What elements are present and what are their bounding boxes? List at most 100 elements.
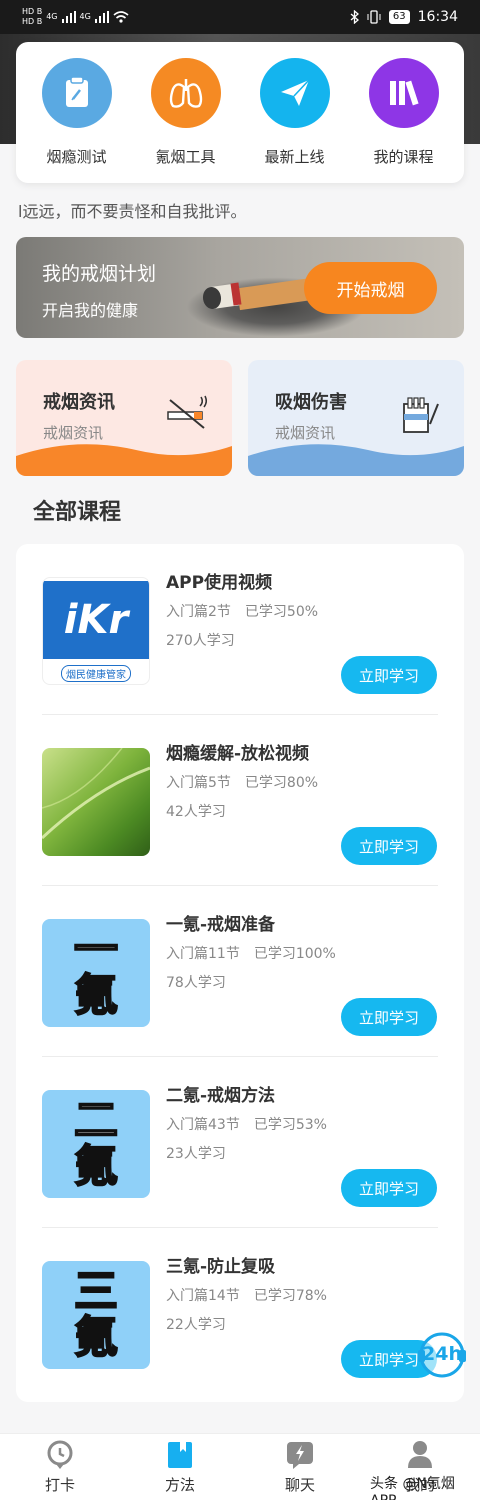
course-meta: 入门篇2节 已学习50% bbox=[166, 601, 318, 621]
quick-label: 最新上线 bbox=[264, 148, 325, 166]
quick-label: 氪烟工具 bbox=[155, 148, 216, 166]
study-now-button[interactable]: 立即学习 bbox=[341, 998, 437, 1036]
thumb-char-1: 二 bbox=[73, 1095, 119, 1146]
quick-item-tools[interactable]: 氪烟工具 bbox=[136, 58, 236, 183]
course-learners: 78人学习 bbox=[166, 975, 226, 991]
course-meta: 入门篇11节 已学习100% bbox=[166, 943, 336, 963]
lungs-icon bbox=[150, 58, 221, 128]
course-item[interactable]: iKr 烟民健康管家 APP使用视频 入门篇2节 已学习50% 270人学习 立即… bbox=[16, 544, 464, 715]
course-title: 二氪-戒烟方法 bbox=[166, 1086, 276, 1106]
info-card-news[interactable]: 戒烟资讯 戒烟资讯 bbox=[16, 360, 232, 476]
tab-chat[interactable]: 聊天 bbox=[240, 1434, 360, 1500]
course-thumbnail: 二 氪 bbox=[42, 1090, 150, 1198]
course-thumbnail: 三 氪 bbox=[42, 1261, 150, 1369]
course-meta: 入门篇5节 已学习80% bbox=[166, 772, 318, 792]
course-lessons: 入门篇2节 bbox=[166, 604, 231, 620]
quick-item-new-online[interactable]: 最新上线 bbox=[245, 58, 345, 183]
course-item[interactable]: 一 氪 一氪-戒烟准备 入门篇11节 已学习100% 78人学习 立即学习 bbox=[16, 886, 464, 1057]
course-learners: 270人学习 bbox=[166, 633, 235, 649]
course-thumbnail: iKr 烟民健康管家 bbox=[42, 577, 150, 685]
no-smoking-icon bbox=[167, 395, 208, 429]
thumb-char-2: 氪 bbox=[73, 1312, 119, 1363]
books-icon bbox=[368, 58, 439, 128]
quick-item-my-courses[interactable]: 我的课程 bbox=[354, 58, 454, 183]
tab-label: 聊天 bbox=[284, 1476, 315, 1494]
course-progress: 已学习80% bbox=[244, 775, 319, 791]
paper-plane-icon bbox=[259, 58, 330, 128]
course-lessons: 入门篇43节 bbox=[166, 1117, 240, 1133]
thumb-char-1: 三 bbox=[73, 1266, 119, 1317]
plan-subtitle: 开启我的健康 bbox=[42, 301, 139, 320]
study-now-button[interactable]: 立即学习 bbox=[341, 656, 437, 694]
course-progress: 已学习78% bbox=[253, 1288, 327, 1304]
course-title: 一氪-戒烟准备 bbox=[166, 915, 276, 935]
quick-item-smoking-test[interactable]: 烟瘾测试 bbox=[27, 58, 127, 183]
info-card-harm[interactable]: 吸烟伤害 戒烟资讯 bbox=[248, 360, 464, 476]
course-thumbnail: 一 氪 bbox=[42, 919, 150, 1027]
tab-checkin[interactable]: 打卡 bbox=[0, 1434, 120, 1500]
course-meta: 入门篇14节 已学习78% bbox=[166, 1285, 327, 1305]
status-bar: HD B HD B 4G 4G 63 16:34 bbox=[0, 0, 480, 34]
thumb-char-2: 氪 bbox=[73, 1141, 119, 1192]
bluetooth-icon bbox=[350, 10, 359, 24]
study-now-button[interactable]: 立即学习 bbox=[341, 1169, 437, 1207]
info-card-title: 戒烟资讯 bbox=[43, 392, 115, 413]
battery-level: 63 bbox=[388, 10, 410, 24]
person-icon bbox=[408, 1441, 432, 1468]
section-title-all-courses: 全部课程 bbox=[33, 500, 122, 525]
course-title: 三氪-防止复吸 bbox=[166, 1257, 276, 1277]
chat-bolt-icon bbox=[287, 1442, 313, 1469]
tab-label: 打卡 bbox=[44, 1476, 75, 1494]
course-lessons: 入门篇11节 bbox=[166, 946, 240, 962]
course-item[interactable]: 三 氪 三氪-防止复吸 入门篇14节 已学习78% 22人学习 立即学习 bbox=[16, 1228, 464, 1399]
app-logo-caption: 烟民健康管家 bbox=[61, 664, 131, 682]
course-learners: 23人学习 bbox=[166, 1146, 226, 1162]
course-progress: 已学习53% bbox=[253, 1117, 327, 1133]
signal-icon bbox=[61, 11, 76, 23]
study-now-button[interactable]: 立即学习 bbox=[341, 827, 437, 865]
tab-method[interactable]: 方法 bbox=[120, 1434, 240, 1500]
course-title: 烟瘾缓解-放松视频 bbox=[166, 744, 310, 764]
app-logo-text: iKr bbox=[43, 580, 149, 659]
plan-title: 我的戒烟计划 bbox=[42, 263, 157, 285]
course-learners: 42人学习 bbox=[166, 804, 226, 820]
thumb-char-1: 一 bbox=[73, 924, 119, 975]
course-lessons: 入门篇14节 bbox=[166, 1288, 240, 1304]
network-label-1: 4G bbox=[46, 12, 58, 21]
course-meta: 入门篇43节 已学习53% bbox=[166, 1114, 327, 1134]
course-lessons: 入门篇5节 bbox=[166, 775, 231, 791]
course-progress: 已学习100% bbox=[253, 946, 336, 962]
clock: 16:34 bbox=[417, 9, 458, 25]
watermark: 头条 @N氪烟APP bbox=[370, 1476, 455, 1500]
quit-plan-banner[interactable]: 我的戒烟计划 开启我的健康 开始戒烟 bbox=[16, 237, 464, 338]
customer-service-24h-button[interactable]: 24h bbox=[416, 1330, 468, 1380]
course-list: iKr 烟民健康管家 APP使用视频 入门篇2节 已学习50% 270人学习 立即… bbox=[16, 544, 464, 1402]
vibrate-icon bbox=[367, 10, 381, 24]
network-label-2: 4G bbox=[79, 12, 91, 21]
course-item[interactable]: 烟瘾缓解-放松视频 入门篇5节 已学习80% 42人学习 立即学习 bbox=[16, 715, 464, 886]
sim1-label: HD B bbox=[22, 7, 43, 16]
badge-24h-text: 24h bbox=[422, 1343, 462, 1365]
wifi-icon bbox=[113, 11, 129, 23]
info-card-subtitle: 戒烟资讯 bbox=[275, 424, 336, 442]
thumb-char-2: 氪 bbox=[73, 970, 119, 1021]
book-icon bbox=[168, 1442, 192, 1468]
clock-pin-icon bbox=[47, 1440, 73, 1469]
test-tube-icon bbox=[41, 58, 112, 128]
course-progress: 已学习50% bbox=[244, 604, 319, 620]
quick-menu: 烟瘾测试 氪烟工具 最新上线 我的课程 bbox=[16, 42, 464, 183]
leaf-thumbnail bbox=[42, 748, 150, 856]
start-quit-button[interactable]: 开始戒烟 bbox=[304, 262, 437, 314]
quick-label: 我的课程 bbox=[373, 148, 434, 166]
course-learners: 22人学习 bbox=[166, 1317, 226, 1333]
sim2-label: HD B bbox=[22, 17, 43, 26]
cigarette-pack-icon bbox=[403, 397, 439, 433]
tab-label: 方法 bbox=[164, 1476, 195, 1494]
quick-label: 烟瘾测试 bbox=[46, 148, 107, 166]
signal-icon-2 bbox=[94, 11, 109, 23]
announcement-marquee: l远远，而不要责怪和自我批评。 bbox=[18, 202, 247, 221]
course-item[interactable]: 二 氪 二氪-戒烟方法 入门篇43节 已学习53% 23人学习 立即学习 bbox=[16, 1057, 464, 1228]
course-title: APP使用视频 bbox=[166, 573, 273, 593]
info-card-title: 吸烟伤害 bbox=[275, 392, 347, 413]
info-card-subtitle: 戒烟资讯 bbox=[43, 424, 104, 442]
